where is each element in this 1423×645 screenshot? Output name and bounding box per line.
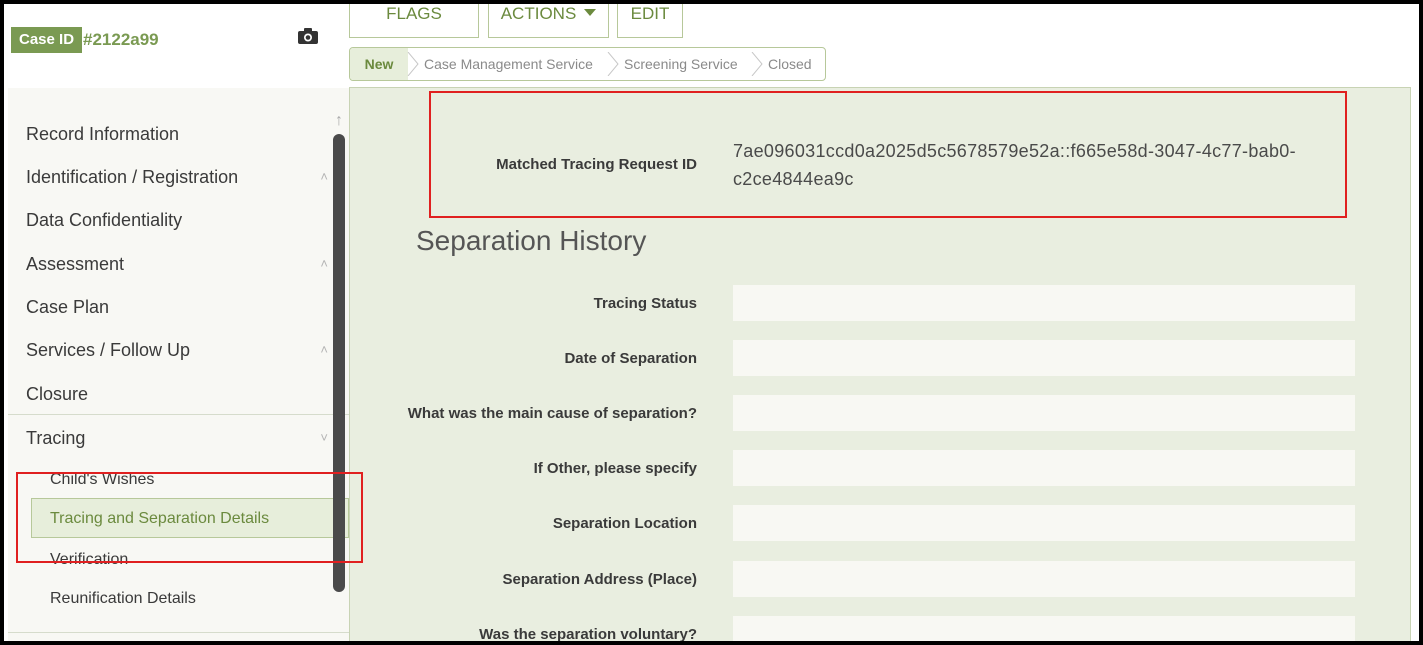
workflow-step-case-management-service[interactable]: Case Management Service	[424, 48, 593, 80]
sidebar-item-identification-registration[interactable]: Identification / Registration ˄	[8, 157, 334, 197]
chevron-up-icon: ˄	[320, 256, 328, 271]
scroll-up-arrow-icon[interactable]: ↑	[331, 112, 347, 130]
chevron-right-icon	[751, 52, 763, 76]
flags-button[interactable]: FLAGS	[349, 4, 479, 38]
chevron-right-icon	[607, 52, 619, 76]
sidebar-item-tracing[interactable]: Tracing ˅	[8, 418, 334, 458]
field-label: Was the separation voluntary?	[479, 626, 697, 643]
case-id-value: #2122a99	[83, 30, 159, 49]
sidebar-scrollbar[interactable]	[333, 134, 345, 592]
sidebar-subitem-label: Reunification Details	[50, 590, 196, 607]
sidebar-item-label: Identification / Registration	[26, 167, 239, 187]
field-label: Tracing Status	[593, 295, 697, 312]
form-panel: Matched Tracing Request ID 7ae096031ccd0…	[349, 87, 1411, 643]
sidebar-item-services-follow-up[interactable]: Services / Follow Up ˄	[8, 330, 334, 370]
case-header: Case ID #2122a99	[8, 8, 349, 88]
sidebar-item-record-information[interactable]: Record Information	[8, 114, 334, 154]
sidebar: Case ID #2122a99 Record Information Iden…	[8, 8, 349, 641]
caret-down-icon	[584, 9, 597, 16]
field-label: Date of Separation	[564, 350, 697, 367]
actions-button[interactable]: ACTIONS	[488, 4, 609, 38]
sidebar-subitem-childs-wishes[interactable]: Child's Wishes	[32, 460, 342, 500]
case-id-badge: Case ID	[11, 27, 83, 53]
sidebar-item-label: Data Confidentiality	[26, 210, 183, 230]
date-of-separation-input[interactable]	[733, 340, 1355, 376]
sidebar-item-assessment[interactable]: Assessment ˄	[8, 244, 334, 284]
sidebar-subitem-label: Tracing and Separation Details	[50, 510, 270, 527]
sidebar-divider	[8, 414, 349, 415]
main-cause-of-separation-input[interactable]	[733, 395, 1355, 431]
sidebar-subitem-label: Verification	[50, 551, 129, 568]
sidebar-subitem-label: Child's Wishes	[50, 471, 155, 488]
app-frame: Case ID #2122a99 Record Information Iden…	[0, 0, 1423, 645]
matched-tracing-request-label: Matched Tracing Request ID	[496, 156, 697, 173]
section-title: Separation History	[416, 225, 647, 256]
sidebar-item-case-plan[interactable]: Case Plan	[8, 287, 334, 327]
sidebar-item-label: Record Information	[26, 124, 180, 144]
workflow-step-screening-service[interactable]: Screening Service	[624, 48, 738, 80]
separation-voluntary-input[interactable]	[733, 616, 1355, 641]
sidebar-item-closure[interactable]: Closure	[8, 374, 334, 414]
matched-tracing-request-value: 7ae096031ccd0a2025d5c5678579e52a::f665e5…	[733, 141, 1296, 189]
sidebar-item-label: Case Plan	[26, 297, 110, 317]
edit-button-label: EDIT	[630, 4, 670, 23]
field-label: Separation Address (Place)	[502, 571, 697, 588]
field-label: What was the main cause of separation?	[407, 405, 697, 422]
sidebar-item-label: Services / Follow Up	[26, 340, 191, 360]
sidebar-item-data-confidentiality[interactable]: Data Confidentiality	[8, 200, 334, 240]
chevron-up-icon: ˄	[320, 169, 328, 184]
sidebar-item-label: Tracing	[26, 428, 86, 448]
workflow-status-bar: New Case Management Service Screening Se…	[349, 47, 826, 81]
sidebar-divider	[8, 632, 349, 633]
sidebar-item-label: Closure	[26, 384, 89, 404]
workflow-step-closed[interactable]: Closed	[768, 48, 812, 80]
camera-icon[interactable]	[298, 28, 318, 44]
other-specify-input[interactable]	[733, 450, 1355, 486]
sidebar-subitem-verification[interactable]: Verification	[32, 540, 342, 580]
sidebar-item-label: Assessment	[26, 254, 125, 274]
sidebar-subitem-tracing-and-separation-details[interactable]: Tracing and Separation Details ›	[31, 498, 349, 538]
separation-location-input[interactable]	[733, 505, 1355, 541]
field-label: If Other, please specify	[533, 460, 697, 477]
chevron-right-icon	[407, 52, 419, 76]
separation-address-input[interactable]	[733, 561, 1355, 597]
chevron-up-icon: ˄	[320, 342, 328, 357]
actions-button-label: ACTIONS	[500, 4, 577, 23]
chevron-down-icon: ˅	[320, 430, 328, 445]
edit-button[interactable]: EDIT	[617, 4, 683, 38]
workflow-step-new[interactable]: New	[350, 48, 408, 80]
field-label: Separation Location	[552, 515, 697, 532]
flags-button-label: FLAGS	[386, 4, 442, 23]
sidebar-subitem-reunification-details[interactable]: Reunification Details	[32, 579, 342, 619]
tracing-status-input[interactable]	[733, 285, 1355, 321]
